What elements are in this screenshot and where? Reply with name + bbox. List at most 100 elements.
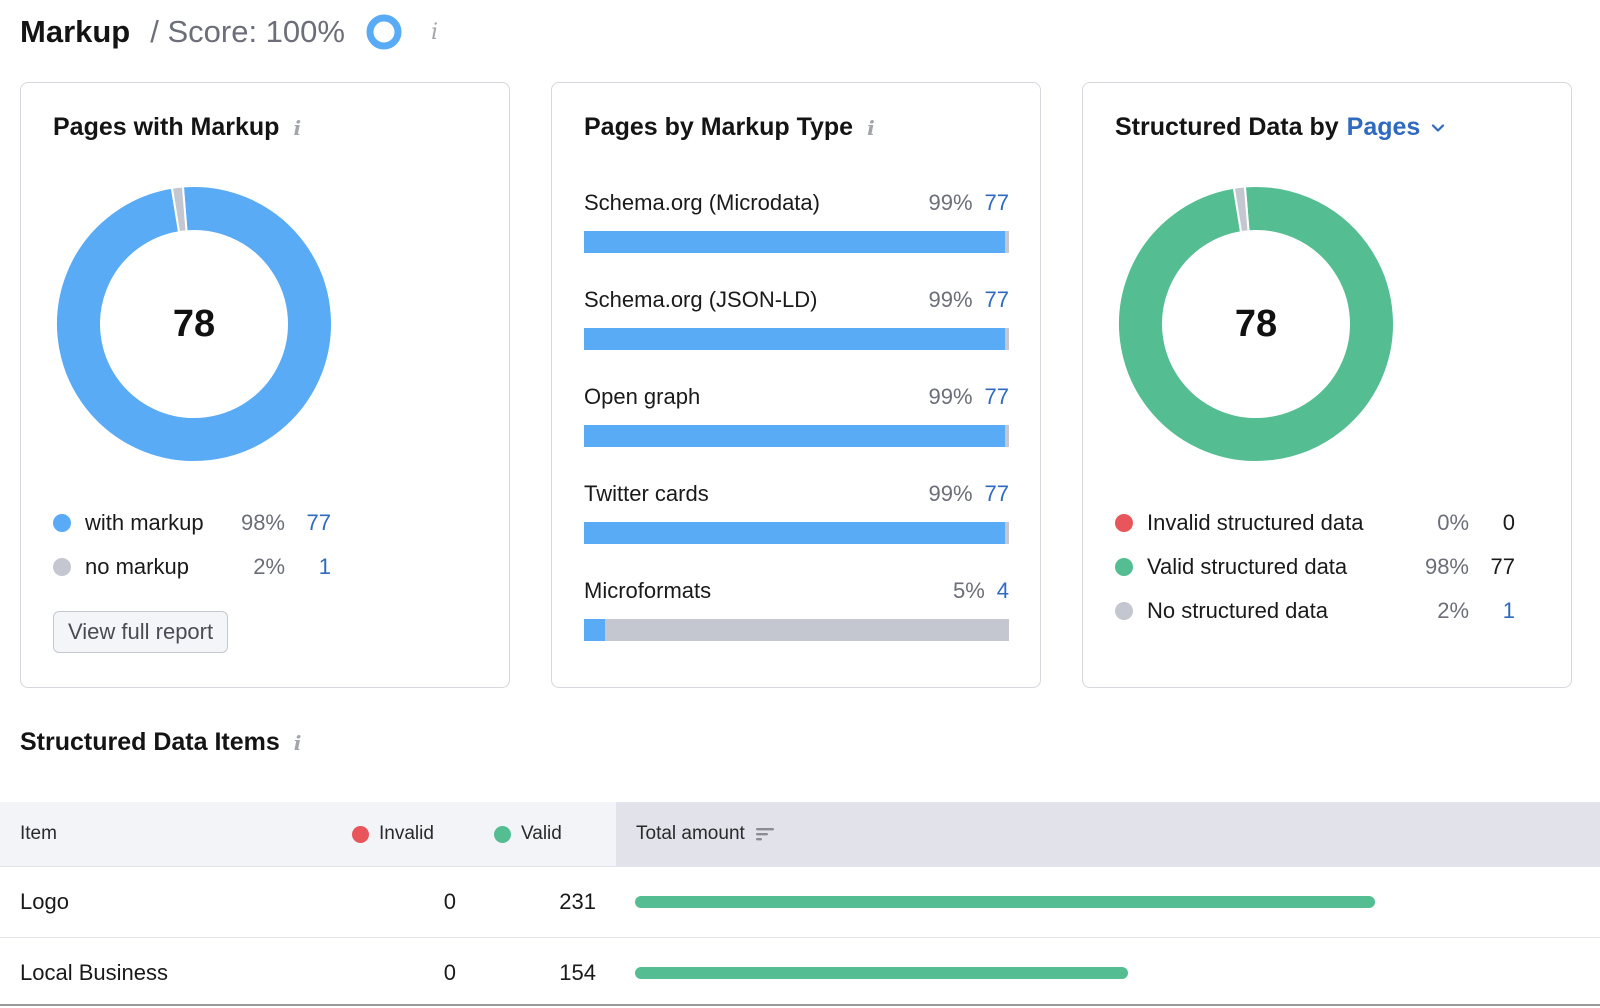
card-title: Structured Data by Pages: [1115, 113, 1446, 142]
section-title: Structured Data Items i: [20, 728, 301, 757]
column-label: Valid: [521, 823, 562, 844]
info-icon[interactable]: i: [431, 20, 438, 45]
markup-type-count-link[interactable]: 77: [985, 481, 1009, 507]
legend-label: No structured data: [1147, 598, 1328, 623]
markup-type-percent: 99%: [928, 384, 973, 409]
column-header-total-amount[interactable]: Total amount: [616, 802, 1600, 866]
table-row[interactable]: Logo 0 231: [0, 866, 1600, 937]
markup-type-name: Open graph: [584, 384, 701, 409]
markup-type-list: Schema.org (Microdata) 99% 77 Schema.org…: [584, 183, 1009, 668]
invalid-count: 0: [443, 889, 456, 914]
column-label: Total amount: [636, 823, 745, 844]
legend-item[interactable]: Valid structured data 98% 77: [1115, 545, 1515, 589]
score-label: / Score: 100%: [150, 14, 345, 49]
column-header-invalid[interactable]: Invalid: [340, 802, 470, 866]
markup-type-percent: 99%: [928, 481, 973, 506]
sort-icon[interactable]: [755, 826, 775, 842]
table-row[interactable]: Local Business 0 154: [0, 937, 1600, 1008]
bar-fill[interactable]: [584, 328, 1005, 350]
column-label: Item: [20, 823, 57, 844]
card-title-text: Structured Data by: [1115, 113, 1339, 141]
item-name[interactable]: Logo: [0, 889, 340, 915]
valid-count: 231: [559, 889, 596, 914]
donut-center-value: 78: [172, 302, 216, 345]
markup-type-header: Schema.org (Microdata) 99% 77: [584, 183, 1009, 223]
legend-item[interactable]: no markup 2% 1: [53, 545, 331, 589]
bar-fill[interactable]: [584, 619, 606, 641]
info-icon[interactable]: i: [867, 116, 875, 140]
legend-item[interactable]: with markup 98% 77: [53, 501, 331, 545]
markup-type-count-link[interactable]: 77: [985, 190, 1009, 216]
markup-type-count-link[interactable]: 77: [985, 384, 1009, 410]
card-title: Pages by Markup Type i: [584, 113, 875, 142]
legend-count-link[interactable]: 1: [1469, 598, 1515, 624]
legend-label: no markup: [85, 554, 189, 579]
legend-percent: 98%: [240, 510, 285, 535]
bar-fill[interactable]: [584, 425, 1005, 447]
pages-with-markup-card: Pages with Markup i 78 with markup 98% 77 n…: [20, 82, 510, 688]
legend-item[interactable]: No structured data 2% 1: [1115, 589, 1515, 633]
chevron-down-icon[interactable]: [1430, 120, 1446, 136]
valid-dot-icon: [494, 825, 511, 843]
legend-count-link[interactable]: 1: [285, 554, 331, 580]
total-amount-bar: [635, 896, 1375, 908]
markup-type-values: 5% 4: [953, 578, 1009, 604]
markup-type-header: Twitter cards 99% 77: [584, 474, 1009, 514]
valid-count: 154: [559, 960, 596, 985]
total-amount-cell: [596, 896, 1600, 908]
invalid-dot-icon: [352, 825, 369, 843]
total-amount-cell: [596, 967, 1600, 979]
bar-track: [584, 328, 1009, 350]
legend-label: Invalid structured data: [1147, 510, 1364, 535]
page-header: Markup / Score: 100% i: [20, 10, 438, 54]
table-body: Logo 0 231 Local Business 0 154: [0, 866, 1600, 1008]
legend-item[interactable]: Invalid structured data 0% 0: [1115, 501, 1515, 545]
card-title-text: Pages by Markup Type: [584, 113, 854, 141]
section-title-text: Structured Data Items: [20, 728, 280, 756]
markup-type-values: 99% 77: [928, 481, 1009, 507]
view-full-report-button[interactable]: View full report: [53, 611, 229, 653]
legend-count-link: 0: [1502, 510, 1515, 535]
legend-percent: 2%: [1437, 598, 1469, 623]
info-icon[interactable]: i: [293, 116, 301, 140]
markup-type-header: Open graph 99% 77: [584, 377, 1009, 417]
legend-percent: 2%: [253, 554, 285, 579]
info-icon[interactable]: i: [294, 731, 302, 755]
structured-data-card: Structured Data by Pages 78 Invalid stru…: [1082, 82, 1572, 688]
page-title: Markup: [20, 14, 131, 49]
invalid-count: 0: [443, 960, 456, 985]
legend: Invalid structured data 0% 0 Valid structur…: [1115, 501, 1515, 633]
card-title-text: Pages with Markup: [53, 113, 280, 141]
bar-track: [584, 522, 1009, 544]
total-amount-bar: [635, 967, 1128, 979]
legend-dot-icon: [53, 514, 71, 532]
card-title: Pages with Markup i: [53, 113, 301, 142]
bar-fill[interactable]: [584, 522, 1005, 544]
markup-type-values: 99% 77: [928, 190, 1009, 216]
legend-count-link[interactable]: 77: [285, 510, 331, 536]
pages-by-markup-type-card: Pages by Markup Type i Schema.org (Micro…: [551, 82, 1041, 688]
legend-dot-icon: [1115, 514, 1133, 532]
markup-type-name: Twitter cards: [584, 481, 709, 506]
legend-percent: 0%: [1437, 510, 1469, 535]
markup-type-item: Microformats 5% 4: [584, 571, 1009, 668]
legend-count-link: 77: [1490, 554, 1515, 579]
score-ring-icon: [366, 14, 402, 50]
markup-type-name: Schema.org (Microdata): [584, 190, 820, 215]
column-header-item[interactable]: Item: [0, 802, 340, 866]
legend-label: Valid structured data: [1147, 554, 1348, 579]
markup-type-name: Microformats: [584, 578, 712, 603]
bar-track: [584, 425, 1009, 447]
column-header-valid[interactable]: Valid: [470, 802, 616, 866]
markup-type-item: Schema.org (Microdata) 99% 77: [584, 183, 1009, 280]
markup-type-name: Schema.org (JSON-LD): [584, 287, 818, 312]
bar-fill[interactable]: [584, 231, 1005, 253]
table-header: Item Invalid Valid Total amount: [0, 802, 1600, 866]
markup-type-count-link[interactable]: 4: [997, 578, 1009, 604]
item-name[interactable]: Local Business: [0, 960, 340, 986]
pages-dropdown[interactable]: Pages: [1347, 113, 1421, 142]
markup-type-count-link[interactable]: 77: [985, 287, 1009, 313]
markup-type-values: 99% 77: [928, 287, 1009, 313]
legend-dot-icon: [1115, 558, 1133, 576]
structured-data-items-table: Item Invalid Valid Total amount Logo 0 2…: [0, 802, 1600, 1008]
